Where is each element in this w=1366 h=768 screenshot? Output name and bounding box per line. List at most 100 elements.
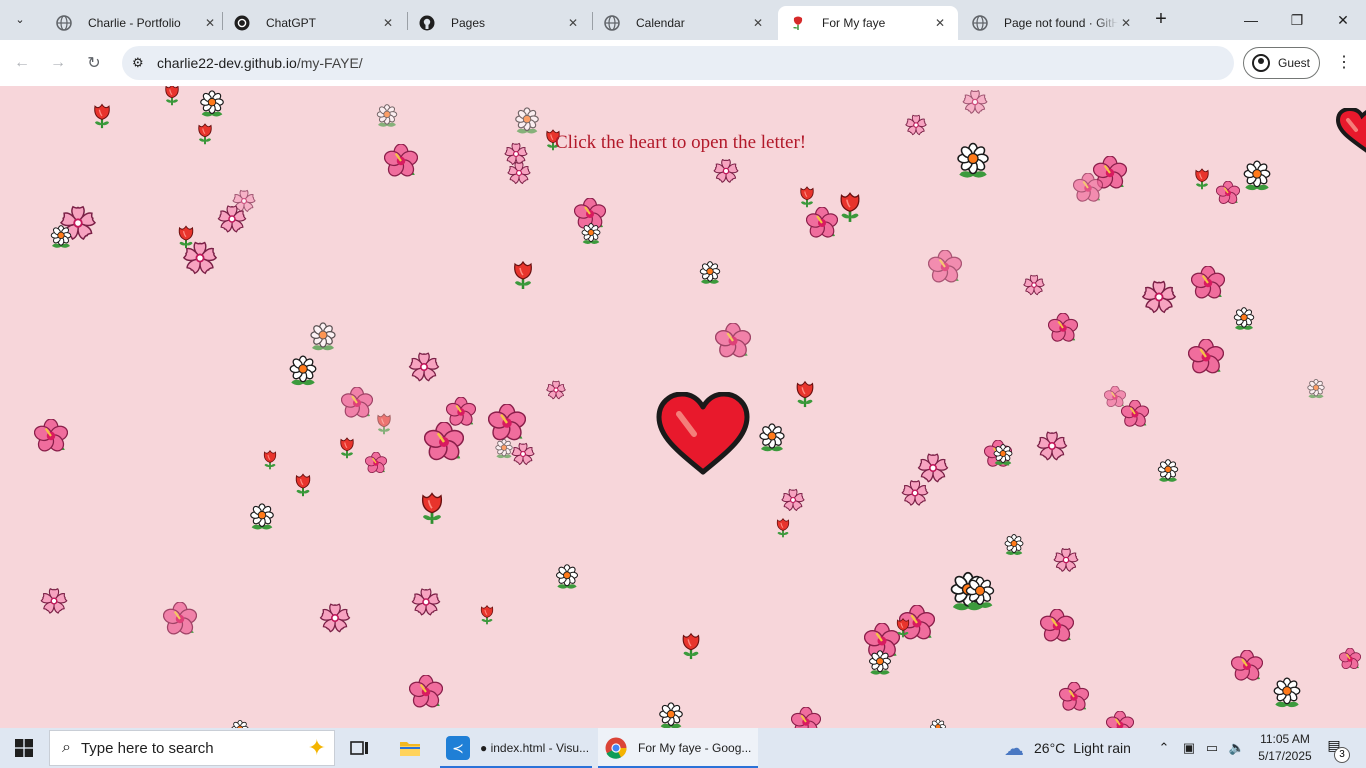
daisy-icon xyxy=(1231,306,1257,335)
daisy-icon xyxy=(374,103,400,132)
url-host: charlie22-dev.github.io xyxy=(157,55,297,71)
daisy-icon xyxy=(1270,676,1304,713)
blossom-icon xyxy=(904,113,928,140)
start-button[interactable] xyxy=(0,728,48,768)
daisy-icon xyxy=(756,422,788,457)
system-clock[interactable]: 11:05 AM 5/17/2025 xyxy=(1254,731,1316,765)
hibiscus-icon xyxy=(1187,338,1225,378)
task-view-button[interactable] xyxy=(348,728,372,768)
page-heading: Click the heart to open the letter! xyxy=(555,132,807,153)
close-icon[interactable]: ✕ xyxy=(932,15,948,31)
blossom-icon xyxy=(712,157,740,188)
profile-icon xyxy=(1252,54,1270,72)
page-viewport: Click the heart to open the letter! xyxy=(0,86,1366,728)
hibiscus-icon xyxy=(1215,180,1241,208)
restore-button[interactable]: ❐ xyxy=(1274,0,1320,40)
show-hidden-icons-button[interactable]: ⌃ xyxy=(1154,728,1174,768)
new-tab-button[interactable]: + xyxy=(1150,9,1172,31)
close-icon: ✕ xyxy=(1337,11,1349,28)
meet-now-button[interactable]: ▣ xyxy=(1180,728,1198,768)
minimize-button[interactable]: — xyxy=(1228,0,1274,40)
blossom-icon xyxy=(181,239,219,280)
tab-chatgpt[interactable]: ChatGPT ✕ xyxy=(222,6,406,40)
site-settings-icon[interactable]: ⚙ xyxy=(132,55,144,71)
reload-button[interactable]: ↻ xyxy=(82,51,106,75)
blossom-icon xyxy=(410,586,442,621)
back-button[interactable]: ← xyxy=(10,51,34,75)
blossom-icon xyxy=(545,379,567,404)
browser-menu-button[interactable]: ⋮ xyxy=(1334,52,1354,74)
hibiscus-icon xyxy=(162,601,198,639)
plus-icon: + xyxy=(1155,8,1167,30)
tulip-icon xyxy=(772,516,794,541)
taskbar-app-chrome[interactable]: For My faye - Goog... xyxy=(598,728,758,768)
battery-button[interactable]: ▭ xyxy=(1202,728,1222,768)
tulip-icon xyxy=(676,630,706,663)
tab-title: Page not found · GitHub xyxy=(1004,16,1118,30)
address-bar[interactable]: ⚙ charlie22-dev.github.io/my-FAYE/ xyxy=(122,46,1234,80)
tulip-icon xyxy=(833,189,867,226)
taskbar-app-vscode[interactable]: ≺ ● index.html - Visu... xyxy=(440,728,592,768)
close-window-button[interactable]: ✕ xyxy=(1320,0,1366,40)
tab-calendar[interactable]: Calendar ✕ xyxy=(592,6,776,40)
blossom-icon xyxy=(216,203,248,238)
cloud-rain-icon: ☁ xyxy=(1004,737,1024,760)
forward-button[interactable]: → xyxy=(46,51,70,75)
tulip-icon xyxy=(476,603,498,628)
blossom-icon xyxy=(39,586,69,619)
blossom-icon xyxy=(1022,273,1046,300)
blossom-icon xyxy=(407,350,441,387)
partial-heart-icon xyxy=(1334,106,1366,163)
daisy-icon xyxy=(1002,533,1026,560)
file-explorer-button[interactable] xyxy=(398,728,422,768)
taskbar-search-box[interactable]: ⌕ Type here to search ✦ xyxy=(49,730,335,766)
close-icon[interactable]: ✕ xyxy=(750,15,766,31)
chrome-icon xyxy=(604,736,628,760)
close-icon[interactable]: ✕ xyxy=(1118,15,1134,31)
tab-pages[interactable]: Pages ✕ xyxy=(407,6,591,40)
notification-center-button[interactable]: ▤ 3 xyxy=(1322,737,1350,763)
more-vert-icon: ⋮ xyxy=(1336,54,1352,71)
daisy-icon xyxy=(953,141,993,184)
hibiscus-icon xyxy=(423,421,465,465)
hibiscus-icon xyxy=(1338,647,1362,673)
daisy-icon xyxy=(1305,378,1327,403)
tab-title: Charlie - Portfolio xyxy=(88,16,181,30)
camera-icon: ▣ xyxy=(1182,740,1196,755)
daisy-icon xyxy=(229,719,251,728)
tab-charlie-portfolio[interactable]: Charlie - Portfolio ✕ xyxy=(44,6,228,40)
profile-button[interactable]: Guest xyxy=(1243,47,1320,79)
battery-icon: ▭ xyxy=(1205,740,1219,755)
weather-condition: Light rain xyxy=(1073,740,1131,756)
url-text[interactable]: charlie22-dev.github.io/my-FAYE/ xyxy=(157,55,363,71)
sparkle-icon: ✦ xyxy=(307,735,326,760)
daisy-icon xyxy=(991,443,1015,470)
daisy-icon xyxy=(1240,159,1274,196)
tulip-icon xyxy=(507,258,539,293)
task-view-icon xyxy=(350,741,368,755)
tab-title: Calendar xyxy=(636,16,685,30)
tulip-icon xyxy=(88,101,116,132)
hibiscus-icon xyxy=(1105,710,1135,728)
hibiscus-icon xyxy=(1120,399,1150,431)
tab-for-my-faye[interactable]: For My faye ✕ xyxy=(778,6,958,40)
daisy-icon xyxy=(286,354,320,391)
notification-badge: 3 xyxy=(1334,747,1350,763)
close-icon[interactable]: ✕ xyxy=(202,15,218,31)
tab-title: ChatGPT xyxy=(266,16,317,30)
close-icon[interactable]: ✕ xyxy=(380,15,396,31)
hibiscus-icon xyxy=(805,206,839,242)
weather-widget[interactable]: ☁ 26°C Light rain xyxy=(1004,728,1131,768)
globe-icon xyxy=(604,15,620,31)
tab-search-button[interactable]: ⌄ xyxy=(8,7,32,31)
open-letter-heart[interactable] xyxy=(656,391,750,481)
blossom-icon xyxy=(1140,278,1178,319)
tab-page-not-found[interactable]: Page not found · GitHub ✕ xyxy=(960,6,1144,40)
volume-button[interactable]: 🔈 xyxy=(1226,728,1248,768)
tulip-icon xyxy=(372,411,396,438)
close-icon[interactable]: ✕ xyxy=(565,15,581,31)
tulip-icon xyxy=(790,378,820,411)
tulip-icon xyxy=(193,121,217,148)
tab-strip: ⌄ Charlie - Portfolio ✕ ChatGPT ✕ Pages … xyxy=(0,0,1366,40)
daisy-icon xyxy=(866,649,894,680)
